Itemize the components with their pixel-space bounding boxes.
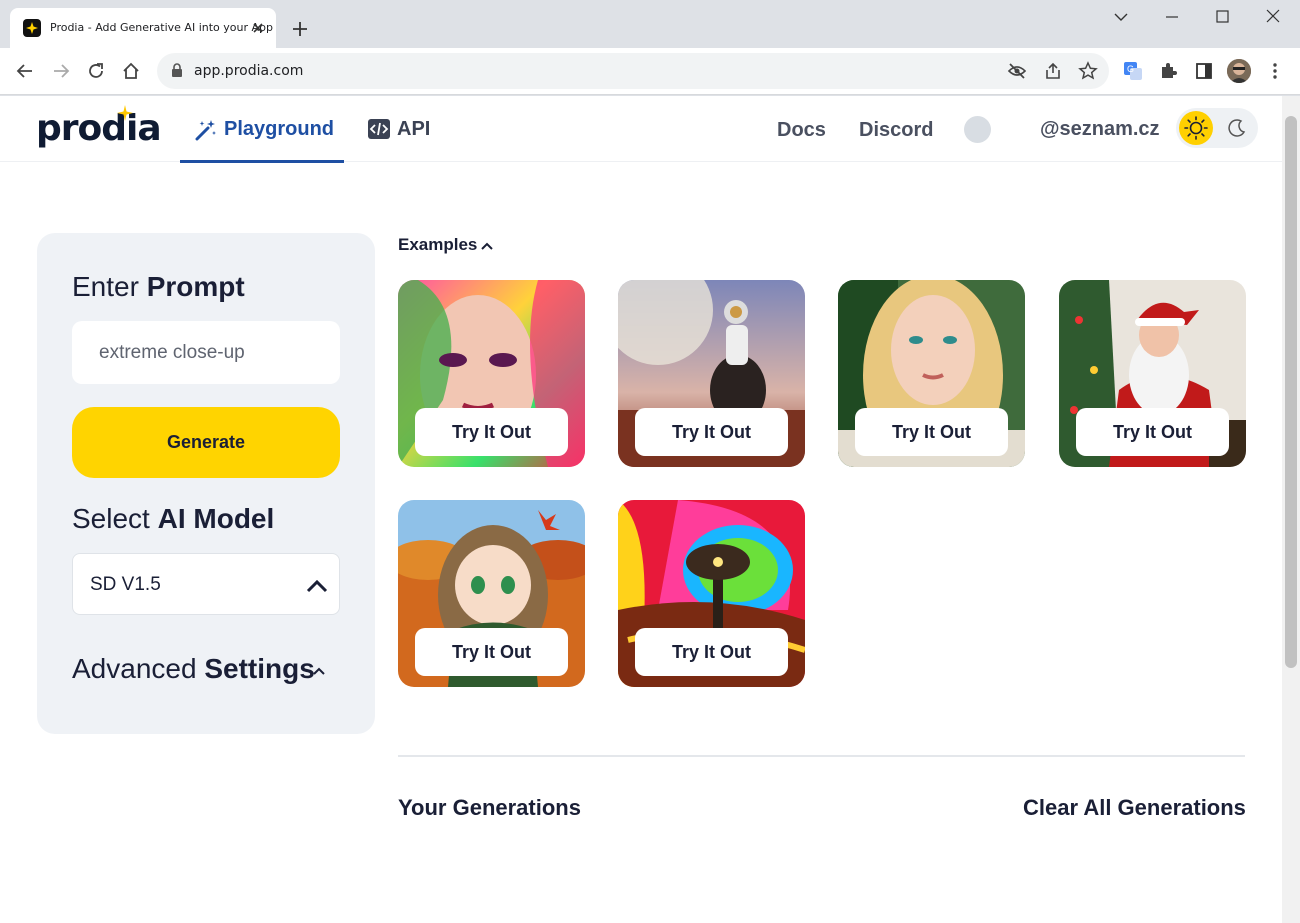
clear-all-generations-button[interactable]: Clear All Generations <box>1023 795 1246 821</box>
model-heading: Select AI Model <box>72 503 274 535</box>
user-avatar[interactable] <box>964 116 991 143</box>
close-window-icon[interactable] <box>1261 6 1285 28</box>
svg-text:G: G <box>1127 64 1134 74</box>
try-it-out-button[interactable]: Try It Out <box>415 408 568 456</box>
browser-menu-icon[interactable] <box>1265 61 1285 81</box>
prompt-panel: Enter Prompt Generate Select AI Model SD… <box>37 233 375 734</box>
back-icon[interactable] <box>15 61 35 81</box>
nav-docs[interactable]: Docs <box>777 119 826 142</box>
examples-label: Examples <box>398 235 478 254</box>
user-email[interactable]: @seznam.cz <box>1040 118 1160 141</box>
advanced-prefix: Advanced <box>72 653 205 684</box>
extensions-puzzle-icon[interactable] <box>1158 61 1178 81</box>
profile-avatar[interactable] <box>1227 59 1251 83</box>
model-heading-bold: AI Model <box>157 503 275 534</box>
eye-slash-icon[interactable] <box>1007 61 1027 86</box>
prompt-heading-bold: Prompt <box>146 271 245 302</box>
lock-icon <box>171 63 183 83</box>
section-divider <box>398 755 1245 757</box>
generate-button[interactable]: Generate <box>72 407 340 478</box>
prompt-heading-prefix: Enter <box>72 271 147 302</box>
example-card[interactable]: Try It Out <box>838 280 1025 467</box>
your-generations-title: Your Generations <box>398 795 581 820</box>
theme-toggle[interactable] <box>1176 108 1258 148</box>
google-translate-icon[interactable]: G <box>1123 61 1143 81</box>
nav-playground-label: Playground <box>224 118 335 140</box>
prodia-logo[interactable]: prodia <box>36 108 162 149</box>
advanced-settings-toggle[interactable]: Advanced Settings <box>72 653 315 685</box>
site-header: prodia Playground API Docs Discord @sezn… <box>0 96 1282 163</box>
model-select[interactable]: SD V1.5 <box>72 553 340 615</box>
browser-toolbar: app.prodia.com G <box>0 48 1300 95</box>
example-card[interactable]: Try It Out <box>618 280 805 467</box>
tab-close-icon[interactable] <box>250 20 266 36</box>
nav-discord[interactable]: Discord <box>859 119 933 142</box>
moon-icon[interactable] <box>1226 117 1248 139</box>
share-icon[interactable] <box>1043 61 1063 86</box>
prompt-heading: Enter Prompt <box>72 271 245 303</box>
example-card[interactable]: Try It Out <box>398 280 585 467</box>
example-card[interactable]: Try It Out <box>1059 280 1246 467</box>
reload-icon[interactable] <box>86 61 106 81</box>
forward-icon[interactable] <box>51 61 71 81</box>
try-it-out-button[interactable]: Try It Out <box>415 628 568 676</box>
nav-api-label: API <box>397 118 431 140</box>
page-viewport: prodia Playground API Docs Discord @sezn… <box>0 96 1282 923</box>
sun-icon[interactable] <box>1179 111 1213 145</box>
sparkle-icon <box>116 104 134 122</box>
model-select-value: SD V1.5 <box>90 574 161 595</box>
new-tab-icon[interactable] <box>290 19 310 39</box>
browser-tab[interactable]: Prodia - Add Generative AI into your App <box>10 8 276 48</box>
home-icon[interactable] <box>121 61 141 81</box>
examples-toggle[interactable]: Examples <box>398 235 494 255</box>
side-panel-icon[interactable] <box>1194 61 1214 81</box>
url-text: app.prodia.com <box>194 63 304 79</box>
chevron-up-icon[interactable] <box>312 663 326 675</box>
example-card[interactable]: Try It Out <box>618 500 805 687</box>
tab-search-chevron-icon[interactable] <box>1109 6 1133 28</box>
magic-wand-icon <box>194 118 218 142</box>
advanced-bold: Settings <box>204 653 315 684</box>
chevron-up-icon <box>305 574 329 598</box>
prodia-favicon-icon <box>23 19 41 37</box>
prompt-input[interactable] <box>72 321 340 384</box>
model-heading-prefix: Select <box>72 503 158 534</box>
nav-playground[interactable]: Playground <box>180 96 344 163</box>
bookmark-star-icon[interactable] <box>1078 61 1098 86</box>
tab-title: Prodia - Add Generative AI into your App <box>50 21 273 34</box>
address-bar[interactable]: app.prodia.com <box>157 53 1109 89</box>
scrollbar-thumb[interactable] <box>1285 116 1297 668</box>
try-it-out-button[interactable]: Try It Out <box>855 408 1008 456</box>
browser-titlebar: Prodia - Add Generative AI into your App <box>0 0 1300 48</box>
maximize-icon[interactable] <box>1210 6 1234 28</box>
try-it-out-button[interactable]: Try It Out <box>635 628 788 676</box>
chevron-up-icon <box>481 242 494 250</box>
code-icon <box>368 119 390 139</box>
try-it-out-button[interactable]: Try It Out <box>635 408 788 456</box>
try-it-out-button[interactable]: Try It Out <box>1076 408 1229 456</box>
example-card[interactable]: Try It Out <box>398 500 585 687</box>
minimize-icon[interactable] <box>1160 6 1184 28</box>
